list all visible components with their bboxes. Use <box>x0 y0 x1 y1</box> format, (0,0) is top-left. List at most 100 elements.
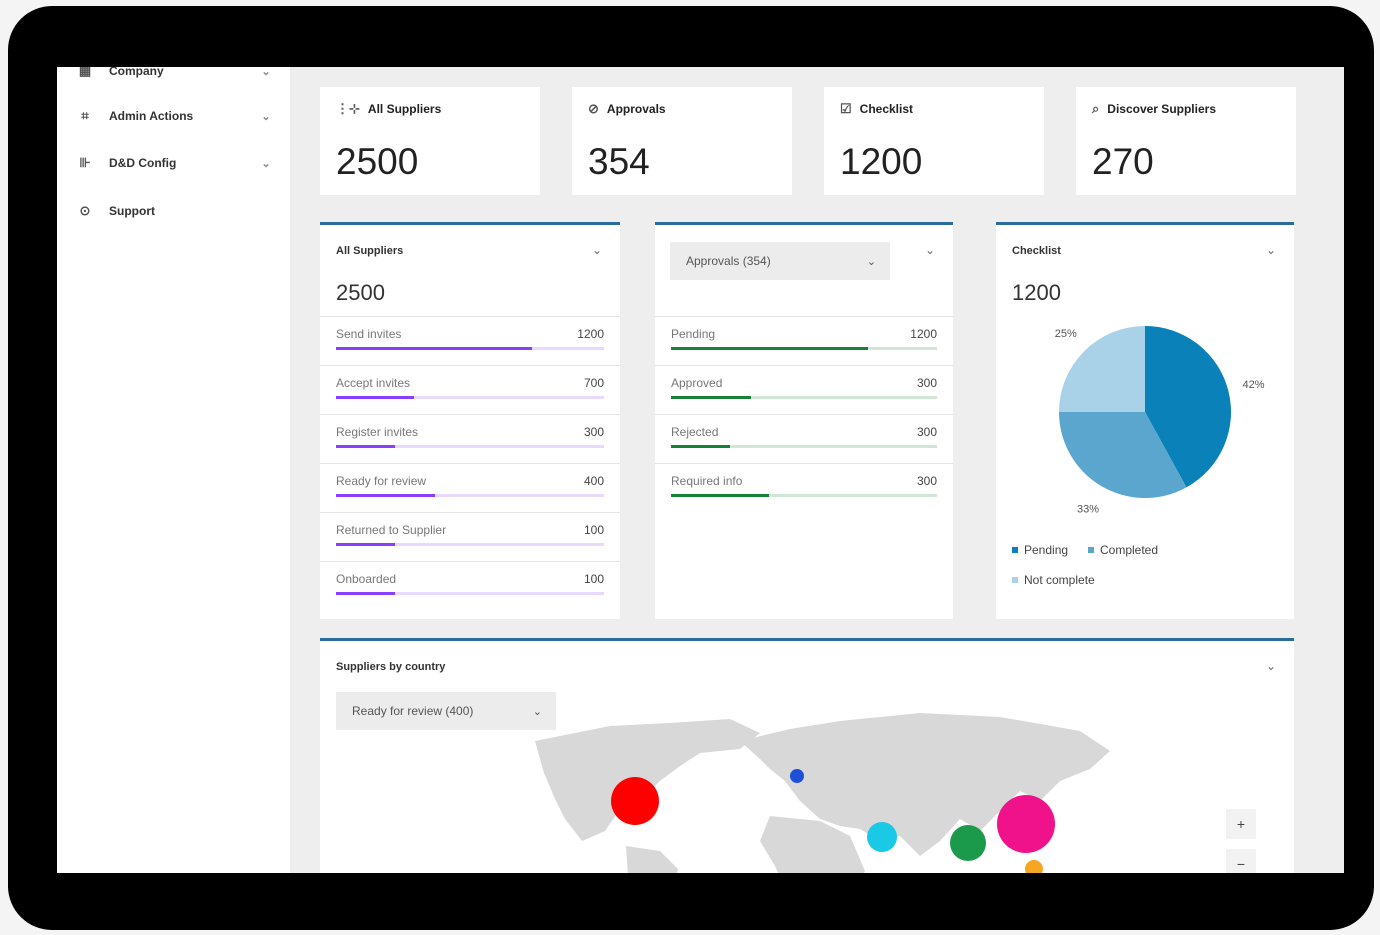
row-value: 700 <box>583 376 604 390</box>
row-value: 1200 <box>577 327 604 341</box>
row-label: Pending <box>671 327 716 341</box>
sidebar: ▦ Company ⌄ ⌗ Admin Actions ⌄ ⊪ D&D Conf… <box>57 67 290 873</box>
row-label: Returned to Supplier <box>336 523 447 537</box>
row-label: Required info <box>671 474 743 488</box>
row-label: Ready for review <box>336 474 427 488</box>
chevron-down-icon: ⌄ <box>261 157 271 170</box>
progress-track <box>336 396 604 399</box>
legend-item-pending: Pending <box>1012 543 1068 557</box>
kpi-value: 270 <box>1092 141 1154 182</box>
row-value: 1200 <box>910 327 937 341</box>
all-suppliers-panel: All Suppliers ⌄ 2500 Send invites 1200 Acc… <box>320 222 620 619</box>
panel-total: 2500 <box>336 280 385 305</box>
suppliers-by-country-panel: Suppliers by country ⌄ Ready for review … <box>320 638 1294 873</box>
row-value: 300 <box>583 425 604 439</box>
row-value: 300 <box>916 376 937 390</box>
sidebar-item-label: Support <box>109 204 155 218</box>
support-icon: ⊙ <box>79 203 91 218</box>
laptop-frame: ▦ Company ⌄ ⌗ Admin Actions ⌄ ⊪ D&D Conf… <box>8 6 1374 930</box>
checklist-panel: Checklist ⌄ 1200 42% 33% 25% Pending Compl… <box>996 222 1294 619</box>
status-row[interactable]: Rejected 300 <box>655 414 953 462</box>
progress-track <box>336 445 604 448</box>
legend-label: Not complete <box>1024 573 1095 587</box>
progress-track <box>671 396 937 399</box>
panel-title: All Suppliers <box>336 245 404 257</box>
legend-label: Completed <box>1100 543 1159 557</box>
row-value: 100 <box>583 572 604 586</box>
status-row[interactable]: Register invites 300 <box>320 414 620 462</box>
country-bubble[interactable] <box>1025 860 1043 873</box>
status-row[interactable]: Returned to Supplier 100 <box>320 512 620 560</box>
approvals-icon: ⊘ <box>588 101 599 116</box>
chevron-down-icon[interactable]: ⌄ <box>1266 243 1276 257</box>
country-bubble[interactable] <box>867 822 897 852</box>
row-value: 400 <box>583 474 604 488</box>
chevron-down-icon[interactable]: ⌄ <box>592 243 602 257</box>
legend-swatch <box>1012 577 1018 583</box>
legend-item-not-complete: Not complete <box>1012 573 1095 587</box>
legend-swatch <box>1088 547 1094 553</box>
status-row[interactable]: Accept invites 700 <box>320 365 620 413</box>
country-bubble[interactable] <box>790 769 804 783</box>
suppliers-icon: ⋮⊹ <box>336 101 360 116</box>
progress-track <box>671 494 937 497</box>
progress-track <box>671 445 937 448</box>
building-icon: ▦ <box>78 67 92 78</box>
row-value: 300 <box>916 425 937 439</box>
country-bubble[interactable] <box>950 825 986 861</box>
country-bubble[interactable] <box>611 777 659 825</box>
progress-fill <box>336 347 532 350</box>
row-value: 100 <box>583 523 604 537</box>
kpi-card-all-suppliers[interactable]: ⋮⊹ All Suppliers 2500 <box>320 87 540 195</box>
pie-slice-label: 42% <box>1242 379 1264 391</box>
chevron-down-icon: ⌄ <box>866 255 876 268</box>
sidebar-item-admin-actions[interactable]: ⌗ Admin Actions ⌄ <box>75 94 285 138</box>
status-row[interactable]: Ready for review 400 <box>320 463 620 511</box>
sidebar-item-company[interactable]: ▦ Company ⌄ <box>75 67 285 93</box>
row-label: Register invites <box>336 425 419 439</box>
chevron-down-icon: ⌄ <box>261 67 271 78</box>
status-row[interactable]: Onboarded 100 <box>320 561 620 609</box>
progress-fill <box>336 543 395 546</box>
zoom-in-button[interactable]: + <box>1226 809 1256 839</box>
status-row[interactable]: Required info 300 <box>655 463 953 511</box>
world-map[interactable] <box>320 641 1294 873</box>
kpi-label: Discover Suppliers <box>1107 102 1216 116</box>
country-bubble[interactable] <box>997 795 1055 853</box>
status-row[interactable]: Send invites 1200 <box>320 316 620 364</box>
sidebar-item-label: Admin Actions <box>109 109 194 123</box>
progress-track <box>336 592 604 595</box>
screen: ▦ Company ⌄ ⌗ Admin Actions ⌄ ⊪ D&D Conf… <box>57 67 1344 873</box>
panel-title: Checklist <box>1012 245 1061 257</box>
kpi-card-approvals[interactable]: ⊘ Approvals 354 <box>572 87 792 195</box>
config-icon: ⊪ <box>79 155 91 170</box>
kpi-card-checklist[interactable]: ☑ Checklist 1200 <box>824 87 1044 195</box>
discover-icon: ⌕ <box>1092 101 1100 116</box>
kpi-value: 2500 <box>336 141 419 182</box>
progress-track <box>336 347 604 350</box>
zoom-out-button[interactable]: − <box>1226 849 1256 873</box>
dropdown-value: Approvals (354) <box>686 254 771 268</box>
admin-icon: ⌗ <box>81 108 89 123</box>
chevron-down-icon[interactable]: ⌄ <box>925 243 935 257</box>
legend-swatch <box>1012 547 1018 553</box>
sidebar-item-dd-config[interactable]: ⊪ D&D Config ⌄ <box>75 141 285 185</box>
status-row[interactable]: Pending 1200 <box>655 316 953 364</box>
progress-fill <box>336 445 395 448</box>
row-label: Send invites <box>336 327 402 341</box>
sidebar-item-support[interactable]: ⊙ Support <box>75 189 285 233</box>
kpi-value: 1200 <box>840 141 923 182</box>
progress-fill <box>671 445 730 448</box>
progress-track <box>336 494 604 497</box>
status-row[interactable]: Approved 300 <box>655 365 953 413</box>
progress-fill <box>671 347 868 350</box>
chevron-down-icon: ⌄ <box>261 110 271 123</box>
sidebar-item-label: Company <box>109 67 164 78</box>
progress-fill <box>671 396 751 399</box>
progress-fill <box>336 396 414 399</box>
sidebar-item-label: D&D Config <box>109 156 177 170</box>
row-label: Accept invites <box>336 376 411 390</box>
approvals-dropdown[interactable]: Approvals (354) ⌄ <box>670 242 890 280</box>
kpi-label: Approvals <box>606 102 666 116</box>
kpi-card-discover-suppliers[interactable]: ⌕ Discover Suppliers 270 <box>1076 87 1296 195</box>
